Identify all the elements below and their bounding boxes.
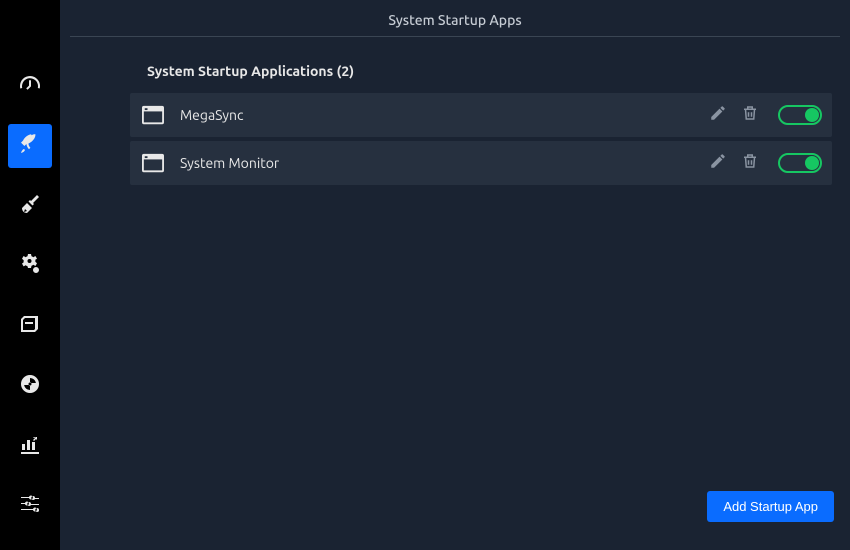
section-label: System Startup Applications — [147, 63, 333, 79]
pencil-icon — [709, 152, 727, 174]
trash-icon — [741, 104, 759, 126]
startup-app-list: MegaSync System Monitor — [70, 93, 840, 185]
sidebar-item-disk[interactable] — [8, 364, 52, 408]
divider — [70, 36, 840, 37]
toggle-knob — [805, 108, 819, 122]
sidebar-item-cleaner[interactable] — [8, 184, 52, 228]
enable-toggle[interactable] — [778, 153, 822, 173]
sidebar-item-settings[interactable] — [8, 244, 52, 288]
toggle-knob — [805, 156, 819, 170]
list-item: MegaSync — [130, 93, 832, 137]
edit-button[interactable] — [702, 147, 734, 179]
chart-icon — [18, 432, 42, 460]
sidebar-item-dashboard[interactable] — [8, 64, 52, 108]
broom-icon — [18, 192, 42, 220]
sidebar-item-startup[interactable] — [8, 124, 52, 168]
section-header: System Startup Applications (2) — [70, 57, 840, 93]
card-icon — [18, 312, 42, 340]
pencil-icon — [709, 104, 727, 126]
disk-icon — [18, 372, 42, 400]
add-startup-app-button[interactable]: Add Startup App — [707, 491, 834, 522]
enable-toggle[interactable] — [778, 105, 822, 125]
window-icon — [142, 105, 164, 125]
trash-icon — [741, 152, 759, 174]
sidebar — [0, 0, 60, 550]
edit-button[interactable] — [702, 99, 734, 131]
delete-button[interactable] — [734, 147, 766, 179]
page-title: System Startup Apps — [70, 0, 840, 36]
sidebar-item-tuning[interactable] — [8, 484, 52, 528]
window-icon — [142, 153, 164, 173]
sliders-icon — [18, 492, 42, 520]
list-item: System Monitor — [130, 141, 832, 185]
sidebar-item-stats[interactable] — [8, 424, 52, 468]
delete-button[interactable] — [734, 99, 766, 131]
gears-icon — [18, 252, 42, 280]
app-name: MegaSync — [180, 107, 702, 123]
main-content: System Startup Apps System Startup Appli… — [60, 0, 850, 550]
app-name: System Monitor — [180, 155, 702, 171]
sidebar-item-packages[interactable] — [8, 304, 52, 348]
gauge-icon — [18, 72, 42, 100]
section-count: 2 — [341, 63, 349, 79]
rocket-icon — [18, 132, 42, 160]
